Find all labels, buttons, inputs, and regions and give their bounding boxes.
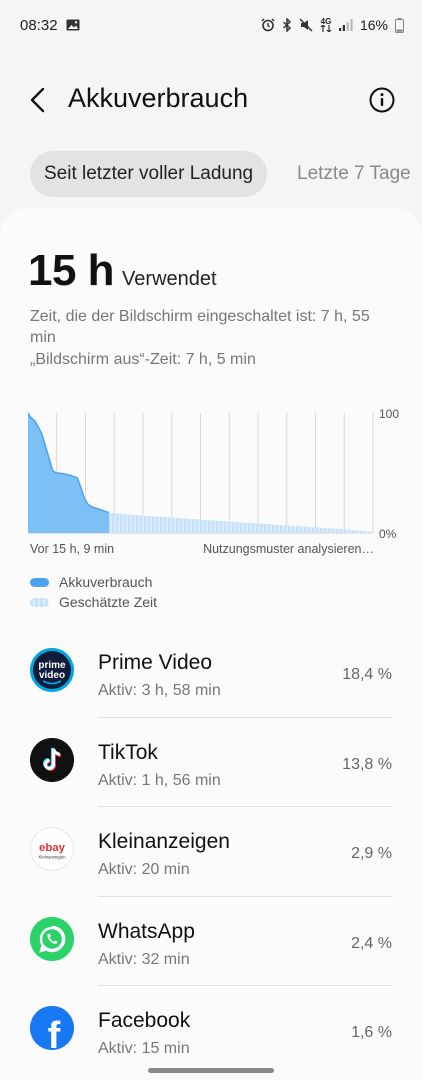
network-type-label: 4G xyxy=(320,17,332,26)
app-name: Kleinanzeigen xyxy=(98,830,230,853)
app-percent: 2,9 % xyxy=(351,845,392,862)
signal-icon xyxy=(338,19,353,31)
kleinanzeigen-logo-text: Kleinanzeigen xyxy=(39,855,67,860)
facebook-icon: f xyxy=(30,1006,74,1050)
legend-estimate-swatch xyxy=(30,597,49,607)
tab-since-last-charge[interactable]: Seit letzter voller Ladung xyxy=(30,151,268,197)
app-row-kleinanzeigen[interactable]: ebay Kleinanzeigen Kleinanzeigen Aktiv: … xyxy=(0,807,422,897)
app-name: WhatsApp xyxy=(98,919,195,943)
app-header: Akkuverbrauch xyxy=(0,72,422,128)
usage-summary: 15 h Verwendet xyxy=(28,246,217,296)
app-name: Prime Video xyxy=(98,651,213,674)
battery-usage-card: 15 h Verwendet Zeit, die der Bildschirm … xyxy=(0,208,422,1080)
screen-on-time: Zeit, die der Bildschirm eingeschaltet i… xyxy=(30,308,370,346)
4g-icon: 4G xyxy=(320,18,332,32)
legend-usage-label: Akkuverbrauch xyxy=(59,574,153,590)
chevron-left-icon xyxy=(30,87,45,113)
mute-icon xyxy=(299,18,313,32)
home-indicator[interactable] xyxy=(148,1068,274,1073)
app-percent: 1,6 % xyxy=(351,1024,392,1041)
kleinanzeigen-icon: ebay Kleinanzeigen xyxy=(30,827,74,871)
y-min-label: 0% xyxy=(379,527,397,541)
app-row-tiktok[interactable]: TikTok Aktiv: 1 h, 56 min 13,8 % xyxy=(0,718,422,807)
app-percent: 2,4 % xyxy=(351,934,392,952)
ebay-logo-text: ebay xyxy=(39,842,66,854)
used-label: Verwendet xyxy=(122,268,217,290)
back-button[interactable] xyxy=(22,84,54,116)
app-row-facebook[interactable]: f Facebook Aktiv: 15 min 1,6 % xyxy=(0,986,422,1076)
screen-off-time: „Bildschirm aus“-Zeit: 7 h, 5 min xyxy=(30,351,256,368)
app-active-time: Aktiv: 1 h, 56 min xyxy=(98,771,221,789)
clock: 08:32 xyxy=(20,16,58,34)
legend-usage-swatch xyxy=(30,577,49,587)
app-percent: 18,4 % xyxy=(342,666,392,683)
alarm-icon xyxy=(261,18,275,32)
app-name: TikTok xyxy=(98,740,158,764)
chart-end-label: Nutzungsmuster analysieren… xyxy=(203,542,374,556)
gallery-icon xyxy=(66,19,80,31)
battery-percent: 16% xyxy=(359,17,388,33)
status-bar: 08:32 4G 16% xyxy=(0,0,422,50)
app-usage-list: prime video Prime Video Aktiv: 3 h, 58 m… xyxy=(0,628,422,1076)
legend-usage: Akkuverbrauch xyxy=(30,574,152,590)
app-active-time: Aktiv: 32 min xyxy=(98,950,190,968)
status-left: 08:32 xyxy=(20,17,80,34)
app-active-time: Aktiv: 3 h, 58 min xyxy=(98,682,221,699)
facebook-logo-letter: f xyxy=(48,1015,61,1050)
app-percent: 13,8 % xyxy=(342,755,392,773)
app-active-time: Aktiv: 20 min xyxy=(98,861,190,878)
app-name: Facebook xyxy=(98,1009,191,1032)
info-icon xyxy=(369,87,395,113)
info-button[interactable] xyxy=(368,86,396,114)
tab-last-7-days[interactable]: Letzte 7 Tage xyxy=(297,151,411,197)
whatsapp-icon xyxy=(30,916,74,961)
legend-estimate: Geschätzte Zeit xyxy=(30,594,157,610)
bluetooth-icon xyxy=(282,18,292,32)
period-tabs: Seit letzter voller Ladung Letzte 7 Tage xyxy=(0,151,422,197)
video-logo-text: video xyxy=(39,670,65,681)
app-active-time: Aktiv: 15 min xyxy=(98,1040,190,1057)
estimate-area-series xyxy=(108,512,373,533)
prime-video-icon: prime video xyxy=(30,648,74,692)
used-hours: 15 h xyxy=(28,246,115,295)
app-row-prime-video[interactable]: prime video Prime Video Aktiv: 3 h, 58 m… xyxy=(0,628,422,718)
page-title: Akkuverbrauch xyxy=(68,83,249,113)
y-max-label: 100 xyxy=(379,408,399,421)
chart-start-label: Vor 15 h, 9 min xyxy=(30,542,115,556)
tiktok-icon xyxy=(30,737,74,782)
battery-icon xyxy=(395,17,404,33)
status-right: 4G 16% xyxy=(261,17,404,33)
app-row-whatsapp[interactable]: WhatsApp Aktiv: 32 min 2,4 % xyxy=(0,897,422,986)
battery-usage-chart[interactable]: 100 0% xyxy=(28,408,408,548)
legend-estimate-label: Geschätzte Zeit xyxy=(59,594,158,610)
